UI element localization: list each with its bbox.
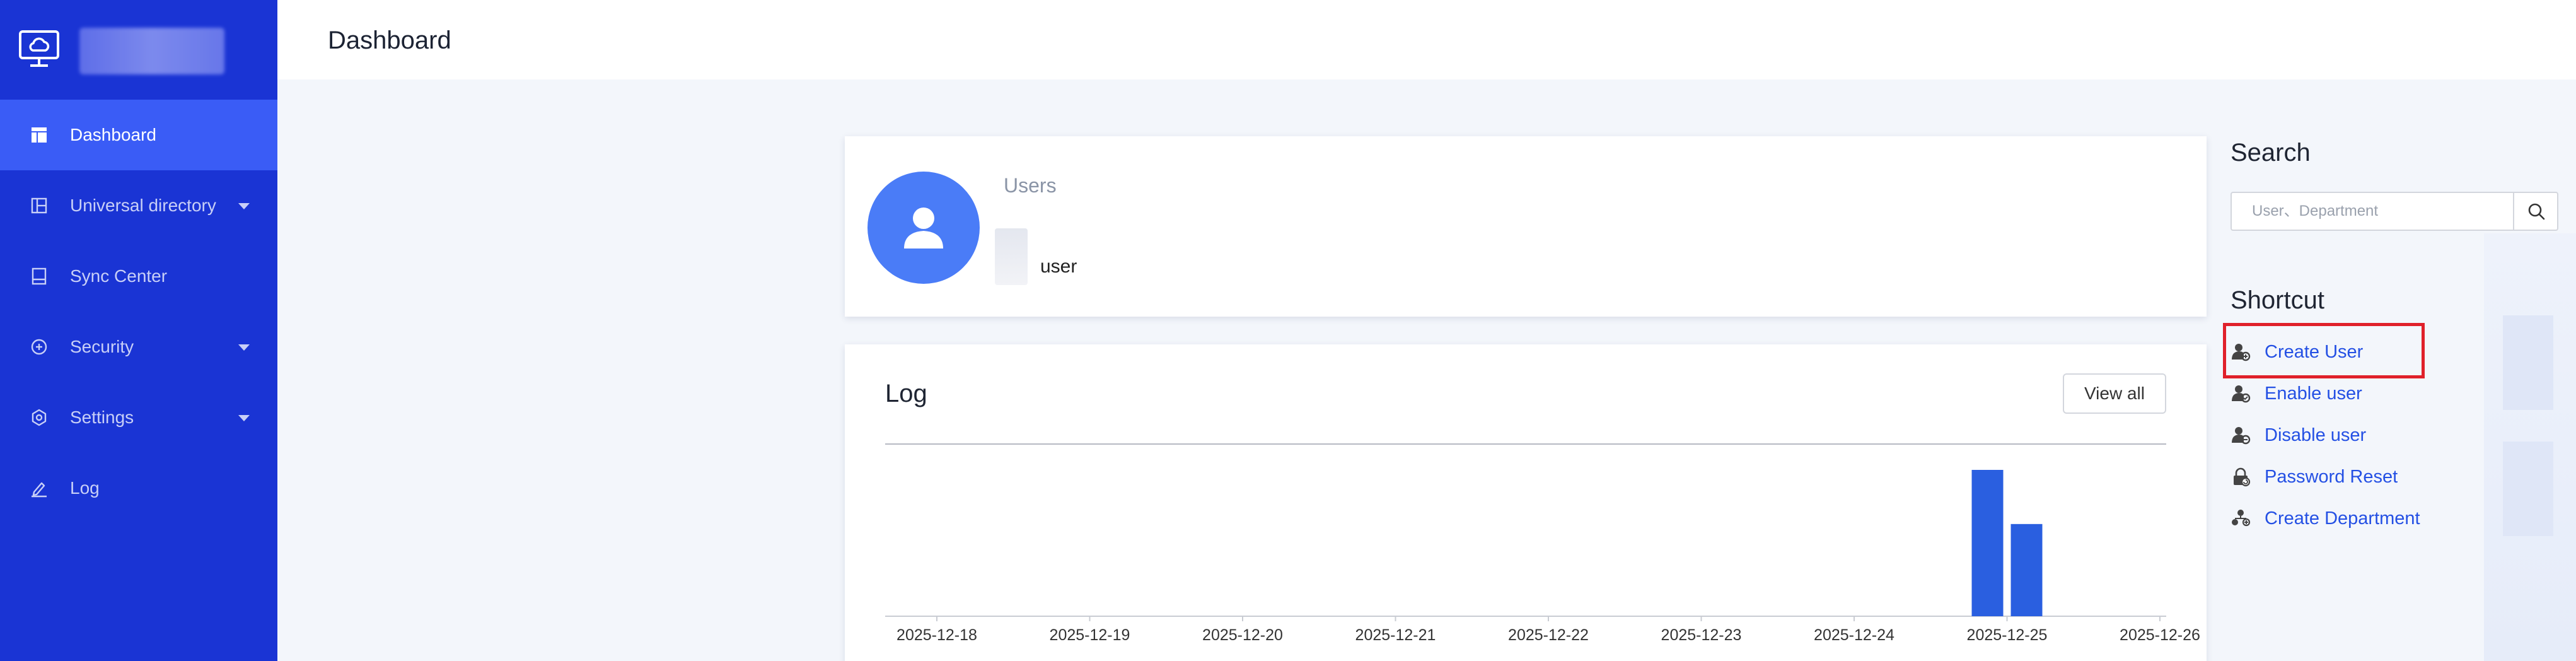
sidebar-item-dashboard[interactable]: Dashboard (0, 100, 277, 170)
shortcut-disable-user[interactable]: Disable user (2231, 423, 2483, 448)
users-card-title: Users (1004, 174, 1057, 197)
search-box (2231, 192, 2558, 231)
shortcut-label: Password Reset (2265, 467, 2398, 487)
avatar (867, 172, 980, 284)
sidebar-item-security[interactable]: Security (0, 312, 277, 382)
shortcut-password-reset[interactable]: Password Reset (2231, 464, 2483, 489)
chevron-down-icon (238, 415, 250, 421)
user-enable-icon (2232, 385, 2251, 403)
x-tick-label: 2025-12-26 (2120, 626, 2200, 644)
search-input[interactable] (2233, 193, 2500, 230)
shortcut-label: Disable user (2265, 425, 2367, 445)
sidebar-item-label: Security (70, 337, 134, 356)
sidebar-item-universal-directory[interactable]: Universal directory (0, 170, 277, 241)
shield-icon (31, 339, 47, 355)
shortcut-create-user[interactable]: Create User (2231, 339, 2483, 365)
users-count-redacted (995, 228, 1028, 285)
background-decoration (2484, 233, 2576, 661)
user-icon (904, 208, 943, 249)
user-add-icon (2232, 344, 2251, 361)
users-count-unit: user (1040, 256, 1077, 277)
user-disable-icon (2232, 427, 2251, 445)
x-tick-label: 2025-12-22 (1508, 626, 1589, 644)
sidebar-item-label: Sync Center (70, 266, 168, 286)
search-section-title: Search (2231, 139, 2311, 167)
x-tick-label: 2025-12-25 (1967, 626, 2048, 644)
sidebar-item-label: Settings (70, 407, 134, 427)
gear-icon (32, 409, 47, 426)
log-bar-chart: 2025-12-18 2025-12-19 2025-12-20 2025-12-21… (885, 470, 2200, 644)
sidebar-item-label: Universal directory (70, 196, 216, 215)
dashboard-icon (32, 127, 47, 143)
brand[interactable] (19, 25, 227, 76)
sync-icon (32, 267, 47, 285)
sidebar: Dashboard Universal directory Sync Cente… (0, 0, 277, 661)
brand-name-redacted (79, 28, 224, 74)
log-card-title: Log (885, 380, 927, 407)
log-bar[interactable] (2010, 524, 2043, 616)
directory-icon (31, 197, 47, 214)
shortcut-create-department[interactable]: Create Department (2231, 506, 2483, 531)
top-header: Dashboard (277, 0, 2576, 79)
edit-icon (32, 482, 47, 498)
users-card: Users user (845, 136, 2207, 317)
shortcut-section-title: Shortcut (2231, 286, 2324, 314)
shortcut-label: Create Department (2265, 508, 2420, 529)
shortcut-label: Create User (2265, 342, 2364, 362)
x-tick-label: 2025-12-19 (1050, 626, 1130, 644)
shortcut-label: Enable user (2265, 383, 2362, 404)
x-tick-label: 2025-12-20 (1202, 626, 1283, 644)
chevron-down-icon (238, 203, 250, 209)
monitor-cloud-icon (19, 30, 59, 67)
page-title: Dashboard (328, 26, 451, 54)
sidebar-item-label: Dashboard (70, 125, 156, 144)
x-tick-label: 2025-12-21 (1355, 626, 1436, 644)
log-card: Log View all 2025-12-18 2025-12-19 2025-12… (845, 344, 2207, 661)
search-button[interactable] (2513, 193, 2557, 230)
sidebar-item-log[interactable]: Log (0, 453, 277, 524)
chevron-down-icon (238, 344, 250, 351)
search-icon (2528, 203, 2545, 220)
sidebar-item-settings[interactable]: Settings (0, 382, 277, 453)
lock-reset-icon (2234, 467, 2251, 487)
x-tick-label: 2025-12-24 (1814, 626, 1894, 644)
department-add-icon (2232, 510, 2251, 527)
x-tick-label: 2025-12-18 (896, 626, 977, 644)
x-tick-label: 2025-12-23 (1661, 626, 1742, 644)
log-divider (885, 443, 2166, 445)
sidebar-item-sync-center[interactable]: Sync Center (0, 241, 277, 312)
view-all-button[interactable]: View all (2063, 373, 2166, 414)
log-bar[interactable] (1971, 470, 2004, 616)
shortcut-enable-user[interactable]: Enable user (2231, 381, 2483, 406)
sidebar-item-label: Log (70, 478, 100, 498)
